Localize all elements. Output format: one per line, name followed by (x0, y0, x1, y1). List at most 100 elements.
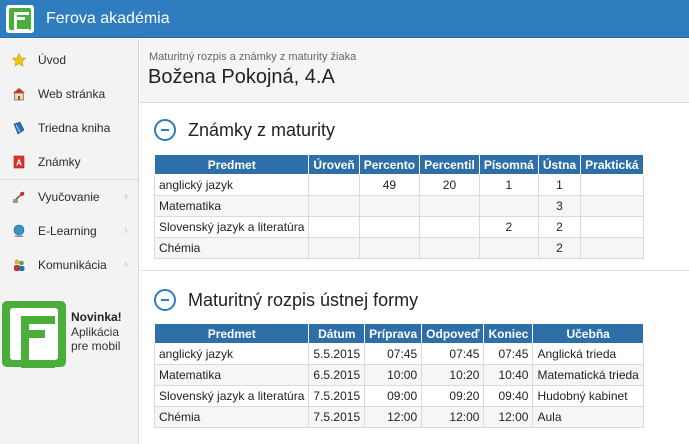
column-header: Percento (358, 154, 421, 175)
grade-icon: A (13, 155, 25, 169)
sidebar-item-e-learning[interactable]: E-Learning › (0, 214, 138, 248)
schedule-table: Predmet Dátum Príprava Odpoveď Koniec Uč… (153, 323, 644, 428)
table-row: anglický jazyk 5.5.2015 07:45 07:45 07:45 Ang… (153, 343, 644, 365)
teaching-icon (12, 191, 25, 203)
sidebar-item-label: Známky (38, 155, 81, 169)
table-cell: 6.5.2015 (308, 364, 366, 386)
page-header: Maturitný rozpis a známky z maturity žia… (140, 39, 689, 103)
table-cell: 10:00 (364, 364, 423, 386)
column-header: Praktická (580, 154, 644, 175)
table-cell: Hudobný kabinet (532, 385, 644, 407)
table-cell: anglický jazyk (153, 174, 310, 196)
sidebar-item-web-stranka[interactable]: Web stránka (0, 77, 138, 111)
promo-line: pre mobil (71, 339, 121, 353)
table-header-row: Predmet Dátum Príprava Odpoveď Koniec Uč… (153, 323, 644, 344)
table-cell (478, 237, 539, 259)
table-cell (358, 237, 421, 259)
table-cell: Slovenský jazyk a literatúra (153, 385, 310, 407)
column-header: Písomná (478, 154, 539, 175)
collapse-grades-icon[interactable] (154, 119, 176, 141)
table-cell: 07:45 (421, 343, 485, 365)
table-cell (358, 216, 421, 238)
chevron-right-icon: › (124, 189, 128, 203)
column-header: Úroveň (308, 154, 360, 175)
svg-text:A: A (16, 159, 22, 168)
chevron-right-icon: › (124, 223, 128, 237)
book-icon (13, 121, 25, 135)
table-cell: 12:00 (421, 406, 485, 428)
column-header: Koniec (483, 323, 534, 344)
table-cell: Slovenský jazyk a literatúra (153, 216, 310, 238)
edupage-logo-icon[interactable] (6, 5, 34, 33)
table-header-row: Predmet Úroveň Percento Percentil Písomn… (153, 154, 644, 175)
people-icon (14, 259, 25, 271)
sidebar-item-label: Web stránka (38, 87, 106, 101)
grades-table: Predmet Úroveň Percento Percentil Písomn… (153, 154, 644, 259)
edupage-app-logo-icon (2, 301, 66, 368)
table-cell (419, 216, 480, 238)
mobile-app-promo[interactable]: Novinka! Aplikácia pre mobil (2, 301, 136, 368)
page-subtitle: Maturitný rozpis a známky z maturity žia… (149, 51, 357, 63)
sidebar-item-triedna-kniha[interactable]: Triedna kniha (0, 111, 138, 145)
table-cell: 2 (537, 216, 582, 238)
main-content: Maturitný rozpis a známky z maturity žia… (140, 39, 689, 444)
table-cell (580, 216, 644, 238)
table-cell: Aula (532, 406, 644, 428)
table-cell: 09:40 (483, 385, 534, 407)
top-bar: Ferova akadémia (0, 0, 689, 38)
column-header: Odpoveď (421, 323, 485, 344)
sidebar-item-uvod[interactable]: Úvod (0, 43, 138, 77)
table-cell: 7.5.2015 (308, 385, 366, 407)
column-header: Percentil (419, 154, 480, 175)
sidebar-item-label: Triedna kniha (38, 121, 111, 135)
sidebar-item-komunikacia[interactable]: Komunikácia › (0, 248, 138, 282)
column-header: Ústna (537, 154, 582, 175)
table-cell: 10:20 (421, 364, 485, 386)
collapse-schedule-icon[interactable] (154, 289, 176, 311)
table-cell (358, 195, 421, 217)
table-cell: 1 (478, 174, 539, 196)
promo-title: Novinka! (71, 310, 122, 324)
table-cell: Chémia (153, 406, 310, 428)
table-cell (419, 195, 480, 217)
table-row: Chémia 7.5.2015 12:00 12:00 12:00 Aula (153, 406, 644, 428)
table-cell: anglický jazyk (153, 343, 310, 365)
table-cell: 07:45 (483, 343, 534, 365)
column-header: Dátum (308, 323, 366, 344)
section-divider (140, 270, 689, 271)
table-row: Matematika 6.5.2015 10:00 10:20 10:40 Matemat… (153, 364, 644, 386)
table-cell: Matematická trieda (532, 364, 644, 386)
table-cell: 3 (537, 195, 582, 217)
sidebar-item-label: E-Learning (38, 224, 97, 238)
table-cell (478, 195, 539, 217)
globe-icon (13, 224, 25, 237)
column-header: Predmet (153, 154, 310, 175)
sidebar-item-znamky[interactable]: A Známky (0, 145, 138, 179)
chevron-right-icon: › (124, 257, 128, 271)
table-cell (580, 237, 644, 259)
table-cell (308, 174, 360, 196)
table-cell: 49 (358, 174, 421, 196)
page-title: Božena Pokojná, 4.A (148, 66, 335, 88)
sidebar-item-label: Vyučovanie (38, 190, 100, 204)
table-cell: Anglická trieda (532, 343, 644, 365)
app-title[interactable]: Ferova akadémia (46, 10, 170, 28)
table-cell: 09:00 (364, 385, 423, 407)
star-icon (12, 53, 26, 67)
table-row: Chémia 2 (153, 237, 644, 259)
school-icon (13, 88, 25, 101)
table-cell (308, 195, 360, 217)
sidebar-item-label: Úvod (38, 53, 67, 67)
table-row: anglický jazyk 49 20 1 1 (153, 174, 644, 196)
schedule-section-title: Maturitný rozpis ústnej formy (188, 290, 419, 310)
table-cell: 07:45 (364, 343, 423, 365)
table-cell: 09:20 (421, 385, 485, 407)
table-cell: Matematika (153, 195, 310, 217)
table-cell: 5.5.2015 (308, 343, 366, 365)
sidebar-item-vyucovanie[interactable]: Vyučovanie › (0, 180, 138, 214)
sidebar: Úvod Web stránka Triedna kniha A Známky … (0, 39, 139, 444)
promo-line: Aplikácia (71, 325, 120, 339)
column-header: Učebňa (532, 323, 644, 344)
table-row: Matematika 3 (153, 195, 644, 217)
table-cell (580, 195, 644, 217)
